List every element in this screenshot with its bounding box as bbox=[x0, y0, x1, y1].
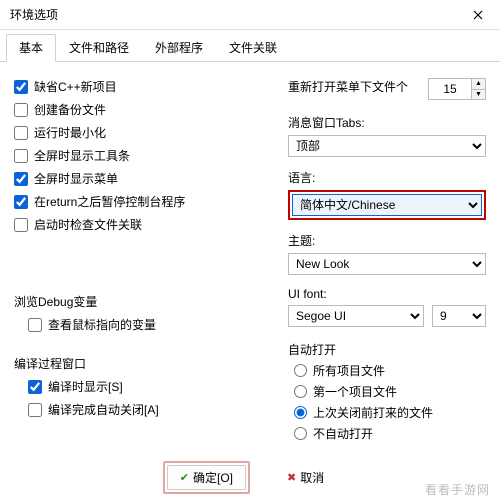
tab-bar: 基本 文件和路径 外部程序 文件关联 bbox=[0, 32, 500, 62]
ok-button[interactable]: ✔ 确定[O] bbox=[167, 465, 246, 490]
radio-label: 第一个项目文件 bbox=[313, 383, 397, 400]
spin-down-icon[interactable]: ▼ bbox=[472, 90, 485, 100]
ok-highlight: ✔ 确定[O] bbox=[163, 461, 250, 494]
radio-label: 不自动打开 bbox=[313, 425, 373, 442]
uifont-size-select[interactable]: 9 bbox=[432, 305, 486, 327]
checkbox[interactable] bbox=[14, 218, 28, 232]
left-column: 缺省C++新项目 创建备份文件 运行时最小化 全屏时显示工具条 全屏时显示菜单 … bbox=[14, 78, 264, 446]
checkbox-label: 编译完成自动关闭[A] bbox=[48, 401, 159, 418]
tab-basic[interactable]: 基本 bbox=[6, 34, 56, 62]
language-label: 语言: bbox=[288, 169, 486, 186]
checkbox[interactable] bbox=[28, 380, 42, 394]
checkbox-label: 查看鼠标指向的变量 bbox=[48, 316, 156, 333]
radio-first-file[interactable]: 第一个项目文件 bbox=[294, 383, 486, 400]
tab-label: 基本 bbox=[19, 41, 43, 55]
close-icon bbox=[473, 10, 483, 20]
tab-label: 外部程序 bbox=[155, 41, 203, 55]
radio-label: 所有项目文件 bbox=[313, 362, 385, 379]
checkbox-label: 编译时显示[S] bbox=[48, 378, 123, 395]
language-select[interactable]: 简体中文/Chinese bbox=[292, 194, 482, 216]
radio[interactable] bbox=[294, 364, 307, 377]
group-debug-vars: 浏览Debug变量 bbox=[14, 293, 264, 310]
uifont-label: UI font: bbox=[288, 287, 486, 301]
x-icon: ✖ bbox=[287, 471, 296, 484]
check-create-backup[interactable]: 创建备份文件 bbox=[14, 101, 264, 118]
msg-tabs-select[interactable]: 顶部 bbox=[288, 135, 486, 157]
language-highlight: 简体中文/Chinese bbox=[288, 190, 486, 220]
group-compile-window: 编译过程窗口 bbox=[14, 355, 264, 372]
check-fullscreen-menu[interactable]: 全屏时显示菜单 bbox=[14, 170, 264, 187]
checkbox[interactable] bbox=[28, 403, 42, 417]
radio[interactable] bbox=[294, 385, 307, 398]
radio-label: 上次关闭前打来的文件 bbox=[313, 404, 433, 421]
checkbox-label: 启动时检查文件关联 bbox=[34, 216, 142, 233]
checkbox[interactable] bbox=[14, 149, 28, 163]
check-default-cpp-project[interactable]: 缺省C++新项目 bbox=[14, 78, 264, 95]
reopen-input[interactable] bbox=[429, 79, 471, 99]
radio-last-closed[interactable]: 上次关闭前打来的文件 bbox=[294, 404, 486, 421]
tab-label: 文件关联 bbox=[229, 41, 277, 55]
auto-open-group: 所有项目文件 第一个项目文件 上次关闭前打来的文件 不自动打开 bbox=[294, 362, 486, 442]
check-icon: ✔ bbox=[180, 471, 189, 484]
content-area: 缺省C++新项目 创建备份文件 运行时最小化 全屏时显示工具条 全屏时显示菜单 … bbox=[0, 62, 500, 454]
radio-all-files[interactable]: 所有项目文件 bbox=[294, 362, 486, 379]
button-label: 确定[O] bbox=[193, 469, 233, 486]
tab-label: 文件和路径 bbox=[69, 41, 129, 55]
close-button[interactable] bbox=[456, 0, 500, 30]
theme-select[interactable]: New Look bbox=[288, 253, 486, 275]
tab-external-programs[interactable]: 外部程序 bbox=[142, 34, 216, 62]
reopen-spinner[interactable]: ▲ ▼ bbox=[428, 78, 486, 100]
checkbox[interactable] bbox=[14, 172, 28, 186]
watermark: 看看手游网 bbox=[425, 481, 490, 498]
check-autoclose-compile[interactable]: 编译完成自动关闭[A] bbox=[28, 401, 264, 418]
reopen-label: 重新打开菜单下文件个 bbox=[288, 78, 420, 95]
msg-tabs-label: 消息窗口Tabs: bbox=[288, 114, 486, 131]
checkbox[interactable] bbox=[14, 103, 28, 117]
checkbox[interactable] bbox=[28, 318, 42, 332]
checkbox[interactable] bbox=[14, 80, 28, 94]
auto-open-label: 自动打开 bbox=[288, 341, 486, 358]
window-title: 环境选项 bbox=[10, 6, 58, 23]
titlebar: 环境选项 bbox=[0, 0, 500, 30]
checkbox[interactable] bbox=[14, 126, 28, 140]
check-hover-var[interactable]: 查看鼠标指向的变量 bbox=[28, 316, 264, 333]
button-label: 取消 bbox=[300, 469, 324, 486]
theme-label: 主题: bbox=[288, 232, 486, 249]
check-show-on-compile[interactable]: 编译时显示[S] bbox=[28, 378, 264, 395]
uifont-select[interactable]: Segoe UI bbox=[288, 305, 424, 327]
check-startup-file-assoc[interactable]: 启动时检查文件关联 bbox=[14, 216, 264, 233]
checkbox-label: 全屏时显示工具条 bbox=[34, 147, 130, 164]
check-pause-after-return[interactable]: 在return之后暂停控制台程序 bbox=[14, 193, 264, 210]
spin-up-icon[interactable]: ▲ bbox=[472, 79, 485, 90]
cancel-button[interactable]: ✖ 取消 bbox=[274, 465, 337, 490]
spinner-buttons: ▲ ▼ bbox=[471, 79, 485, 99]
radio[interactable] bbox=[294, 427, 307, 440]
right-column: 重新打开菜单下文件个 ▲ ▼ 消息窗口Tabs: 顶部 语言: 简体中文/Chi… bbox=[288, 78, 486, 446]
check-fullscreen-toolbar[interactable]: 全屏时显示工具条 bbox=[14, 147, 264, 164]
tab-file-assoc[interactable]: 文件关联 bbox=[216, 34, 290, 62]
checkbox-label: 全屏时显示菜单 bbox=[34, 170, 118, 187]
check-minimize-on-run[interactable]: 运行时最小化 bbox=[14, 124, 264, 141]
tab-files-paths[interactable]: 文件和路径 bbox=[56, 34, 142, 62]
checkbox-label: 运行时最小化 bbox=[34, 124, 106, 141]
checkbox-label: 在return之后暂停控制台程序 bbox=[34, 193, 185, 210]
checkbox-label: 缺省C++新项目 bbox=[34, 78, 117, 95]
checkbox[interactable] bbox=[14, 195, 28, 209]
radio-no-auto[interactable]: 不自动打开 bbox=[294, 425, 486, 442]
radio[interactable] bbox=[294, 406, 307, 419]
checkbox-label: 创建备份文件 bbox=[34, 101, 106, 118]
